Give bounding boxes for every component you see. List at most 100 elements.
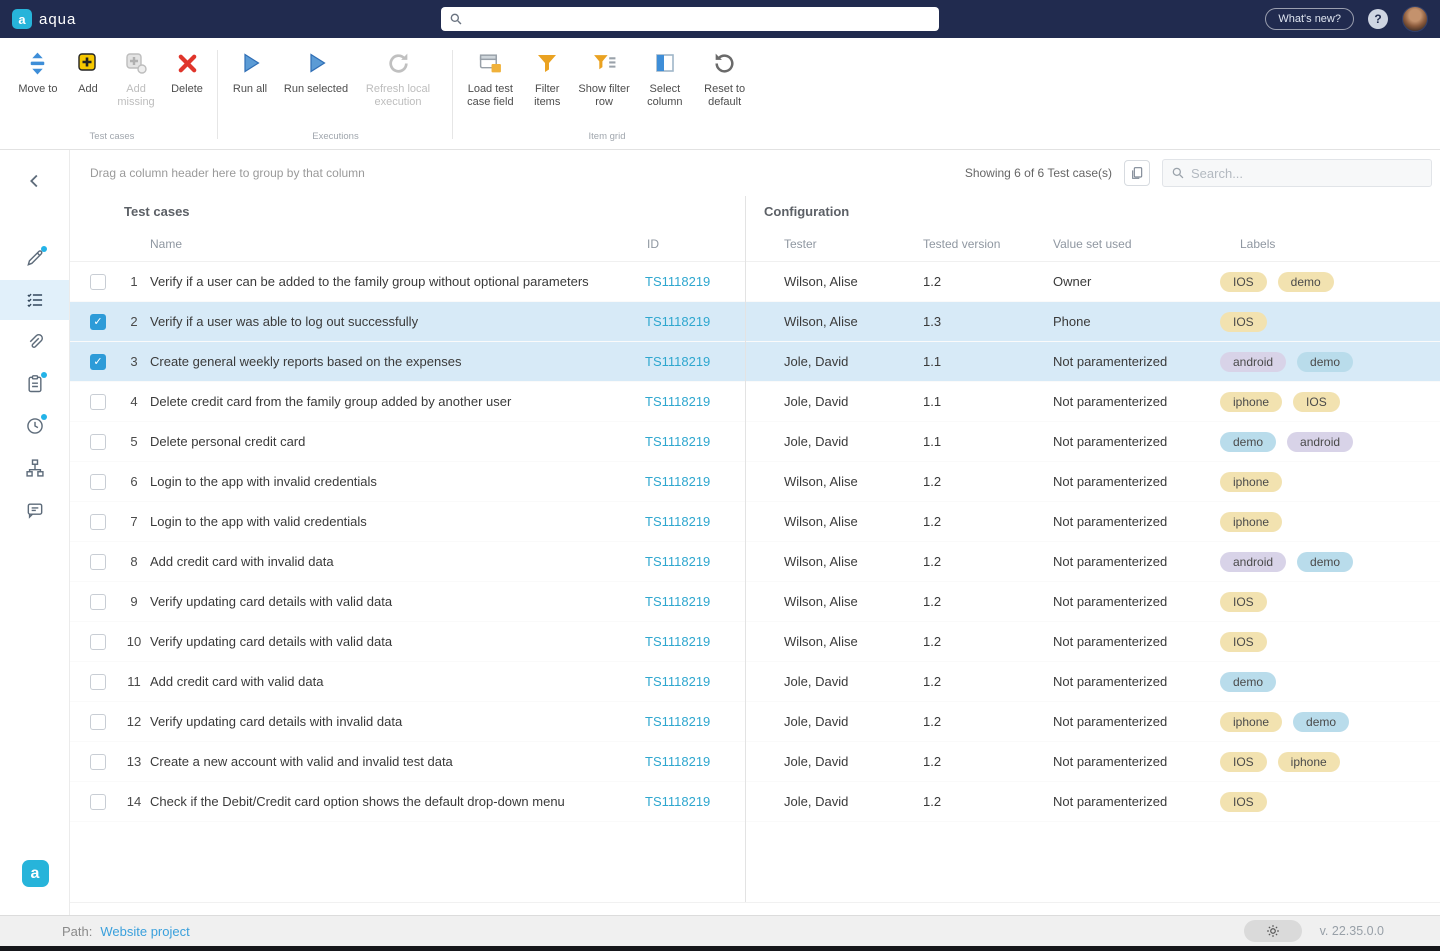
test-case-id-link[interactable]: TS1118219 bbox=[645, 314, 710, 329]
table-row[interactable]: 1Verify if a user can be added to the fa… bbox=[70, 262, 1440, 302]
group-header-configuration[interactable]: Configuration bbox=[745, 204, 849, 219]
refresh-local-execution-button[interactable]: Refresh local execution bbox=[358, 48, 438, 109]
sidebar-item-comments[interactable] bbox=[0, 490, 69, 530]
table-row[interactable]: 12Verify updating card details with inva… bbox=[70, 702, 1440, 742]
row-checkbox[interactable] bbox=[90, 394, 106, 410]
select-column-button[interactable]: Select column bbox=[639, 48, 690, 109]
table-row[interactable]: 13Create a new account with valid and in… bbox=[70, 742, 1440, 782]
value-set-used-cell: Not paramenterized bbox=[1053, 794, 1220, 809]
test-case-id-link[interactable]: TS1118219 bbox=[645, 434, 710, 449]
value-set-used-cell: Not paramenterized bbox=[1053, 354, 1220, 369]
show-filter-row-button[interactable]: Show filter row bbox=[575, 48, 634, 109]
row-drag-handle[interactable] bbox=[70, 354, 88, 369]
test-case-name: Verify if a user was able to log out suc… bbox=[150, 314, 645, 329]
row-checkbox[interactable] bbox=[90, 314, 106, 330]
sidebar-item-history[interactable] bbox=[0, 406, 69, 446]
brand-name: aqua bbox=[39, 11, 76, 28]
test-case-id-link[interactable]: TS1118219 bbox=[645, 354, 710, 369]
filter-icon bbox=[535, 48, 559, 78]
column-header-id[interactable]: ID bbox=[645, 237, 745, 251]
test-case-name: Login to the app with valid credentials bbox=[150, 514, 645, 529]
grid-search[interactable] bbox=[1162, 159, 1432, 187]
test-case-id-link[interactable]: TS1118219 bbox=[645, 514, 710, 529]
test-case-id-link[interactable]: TS1118219 bbox=[645, 674, 710, 689]
table-row[interactable]: 3Create general weekly reports based on … bbox=[70, 342, 1440, 382]
test-case-id-link[interactable]: TS1118219 bbox=[645, 394, 710, 409]
row-checkbox[interactable] bbox=[90, 354, 106, 370]
column-header-tested-version[interactable]: Tested version bbox=[923, 237, 1053, 251]
column-header-tester[interactable]: Tester bbox=[784, 237, 923, 251]
search-icon bbox=[449, 12, 463, 26]
row-checkbox[interactable] bbox=[90, 514, 106, 530]
whats-new-button[interactable]: What's new? bbox=[1265, 8, 1354, 30]
test-case-id-link[interactable]: TS1118219 bbox=[645, 594, 710, 609]
help-button[interactable]: ? bbox=[1368, 9, 1388, 29]
value-set-used-cell: Owner bbox=[1053, 274, 1220, 289]
group-by-hint[interactable]: Drag a column header here to group by th… bbox=[90, 166, 365, 180]
test-case-id-link[interactable]: TS1118219 bbox=[645, 554, 710, 569]
row-checkbox[interactable] bbox=[90, 594, 106, 610]
test-case-id-cell: TS1118219 bbox=[645, 314, 745, 329]
row-checkbox[interactable] bbox=[90, 474, 106, 490]
tester-cell: Jole, David bbox=[784, 714, 923, 729]
table-row[interactable]: 5Delete personal credit cardTS1118219Jol… bbox=[70, 422, 1440, 462]
sidebar-item-tasks[interactable] bbox=[0, 364, 69, 404]
table-row[interactable]: 14Check if the Debit/Credit card option … bbox=[70, 782, 1440, 822]
test-case-id-link[interactable]: TS1118219 bbox=[645, 634, 710, 649]
table-row[interactable]: 4Delete credit card from the family grou… bbox=[70, 382, 1440, 422]
column-header-name[interactable]: Name bbox=[150, 237, 645, 251]
test-case-id-link[interactable]: TS1118219 bbox=[645, 754, 710, 769]
row-checkbox[interactable] bbox=[90, 714, 106, 730]
sidebar-item-test-case-list[interactable] bbox=[0, 280, 69, 320]
delete-button[interactable]: Delete bbox=[164, 48, 210, 96]
column-header-value-set-used[interactable]: Value set used bbox=[1053, 237, 1220, 251]
filter-items-button[interactable]: Filter items bbox=[526, 48, 569, 109]
group-header-test-cases[interactable]: Test cases bbox=[70, 204, 745, 219]
global-search-input[interactable] bbox=[469, 12, 931, 27]
label-chip: demo bbox=[1220, 672, 1276, 692]
table-row[interactable]: 9Verify updating card details with valid… bbox=[70, 582, 1440, 622]
table-row[interactable]: 11Add credit card with valid dataTS11182… bbox=[70, 662, 1440, 702]
global-search[interactable] bbox=[441, 7, 939, 31]
table-group-headers: Test cases Configuration bbox=[70, 196, 1440, 226]
label-chip: iphone bbox=[1278, 752, 1340, 772]
reset-to-default-button[interactable]: Reset to default bbox=[696, 48, 753, 109]
test-case-id-link[interactable]: TS1118219 bbox=[645, 274, 710, 289]
row-drag-handle[interactable] bbox=[70, 314, 88, 329]
run-selected-button[interactable]: Run selected bbox=[280, 48, 352, 96]
grid-search-input[interactable] bbox=[1191, 166, 1423, 181]
row-checkbox[interactable] bbox=[90, 554, 106, 570]
table-row[interactable]: 2Verify if a user was able to log out su… bbox=[70, 302, 1440, 342]
project-path-link[interactable]: Website project bbox=[100, 924, 189, 939]
table-body: 1Verify if a user can be added to the fa… bbox=[70, 262, 1440, 822]
sidebar-collapse-button[interactable] bbox=[0, 170, 70, 192]
table-row[interactable]: 6Login to the app with invalid credentia… bbox=[70, 462, 1440, 502]
row-checkbox[interactable] bbox=[90, 434, 106, 450]
add-missing-button[interactable]: Add missing bbox=[114, 48, 158, 109]
test-case-id-link[interactable]: TS1118219 bbox=[645, 474, 710, 489]
table-row[interactable]: 10Verify updating card details with vali… bbox=[70, 622, 1440, 662]
sidebar-item-attachments[interactable] bbox=[0, 322, 69, 362]
test-case-id-link[interactable]: TS1118219 bbox=[645, 794, 710, 809]
sidebar-item-edit[interactable] bbox=[0, 238, 69, 278]
run-all-button[interactable]: Run all bbox=[226, 48, 274, 96]
row-checkbox[interactable] bbox=[90, 794, 106, 810]
row-checkbox[interactable] bbox=[90, 674, 106, 690]
user-avatar[interactable] bbox=[1402, 6, 1428, 32]
row-checkbox[interactable] bbox=[90, 274, 106, 290]
table-row[interactable]: 8Add credit card with invalid dataTS1118… bbox=[70, 542, 1440, 582]
add-button[interactable]: Add bbox=[68, 48, 108, 96]
test-case-id-cell: TS1118219 bbox=[645, 754, 745, 769]
table-row[interactable]: 7Login to the app with valid credentials… bbox=[70, 502, 1440, 542]
value-set-used-cell: Not paramenterized bbox=[1053, 674, 1220, 689]
load-test-case-field-button[interactable]: Load test case field bbox=[461, 48, 520, 109]
copy-button[interactable] bbox=[1124, 160, 1150, 186]
sidebar-item-hierarchy[interactable] bbox=[0, 448, 69, 488]
settings-button[interactable] bbox=[1244, 920, 1302, 942]
column-header-labels[interactable]: Labels bbox=[1220, 237, 1440, 251]
test-case-id-link[interactable]: TS1118219 bbox=[645, 714, 710, 729]
aqua-logo-icon bbox=[22, 860, 49, 887]
row-checkbox[interactable] bbox=[90, 634, 106, 650]
move-to-button[interactable]: Move to bbox=[14, 48, 62, 96]
row-checkbox[interactable] bbox=[90, 754, 106, 770]
